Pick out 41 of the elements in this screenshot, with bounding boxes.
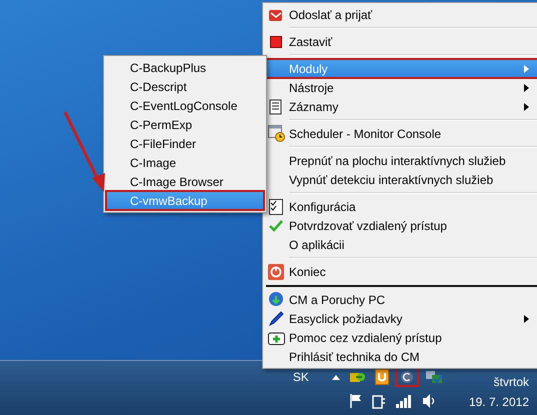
submenu-item[interactable]: C-BackupPlus [106,58,264,77]
day-label: štvrtok [494,375,529,389]
submenu-arrow-icon [524,315,529,323]
checklist-icon [269,198,283,214]
submenu-item[interactable]: C-EventLogConsole [106,96,264,115]
stop-icon [270,36,282,48]
language-indicator[interactable]: SK [292,370,309,384]
menu-item[interactable]: Easyclick požiadavky [265,309,537,328]
flag-icon[interactable] [348,393,363,409]
submenu-item[interactable]: C-Descript [106,77,264,96]
signal-bars-icon[interactable] [394,394,413,408]
c-app-icon[interactable] [396,369,417,385]
checkmark-icon [269,220,283,232]
menu-item[interactable]: Scheduler - Monitor Console [265,124,537,143]
menu-item[interactable]: Koniec [265,262,537,281]
menu-item[interactable]: Odoslať a prijať [265,5,537,24]
network-computers-icon[interactable] [424,369,443,385]
menu-item[interactable]: Potvrdzovať vzdialený prístup [265,216,537,235]
pen-icon [268,310,284,327]
menu-item[interactable]: O aplikácii [265,235,537,254]
submenu-arrow-icon [524,65,529,73]
first-aid-kit-icon [268,330,284,345]
menu-item[interactable]: Záznamy [265,97,537,116]
menu-item[interactable]: Konfigurácia [265,197,537,216]
date-label: 19. 7. 2012 [468,395,529,409]
power-plug-icon[interactable] [372,393,386,409]
menu-item[interactable]: Vypnúť detekciu interaktívnych služieb [265,170,537,189]
scroll-icon [268,98,284,114]
speaker-icon[interactable] [422,393,436,409]
menu-item[interactable]: Pomoc cez vzdialený prístup [265,328,537,347]
power-icon [268,264,284,280]
submenu-arrow-icon [524,103,529,111]
menu-item[interactable]: Nástroje [265,78,537,97]
menu-item[interactable]: CM a Poruchy PC [265,290,537,309]
menu-item[interactable]: Zastaviť [265,32,537,51]
shield-icon[interactable] [374,369,389,385]
menu-item[interactable]: Prihlásiť technika do CM [265,347,537,366]
menu-item[interactable]: Prepnúť na plochu interaktívnych služieb [265,151,537,170]
show-hidden-icons-icon[interactable] [330,373,341,381]
submenu-arrow-icon [524,84,529,92]
key-icon[interactable] [348,370,367,384]
